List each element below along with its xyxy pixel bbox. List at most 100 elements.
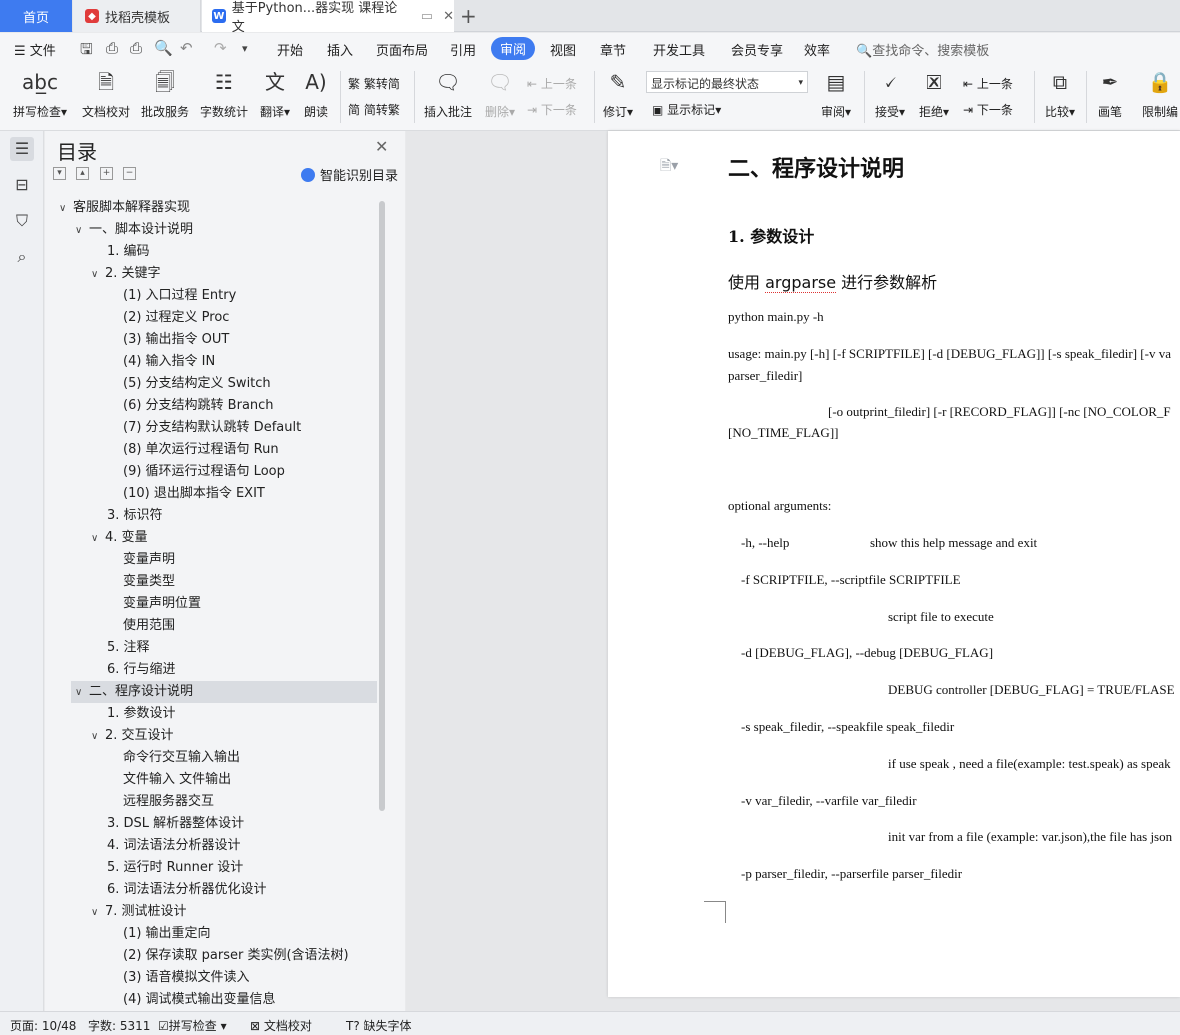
trad-to-simp-button[interactable]: 繁 繁转简 [348, 75, 400, 92]
reject-button[interactable]: 🗷 拒绝▾ [914, 67, 954, 120]
toc-item[interactable]: 变量类型 [45, 571, 375, 593]
word-count-button[interactable]: ☷ 字数统计 [197, 67, 251, 120]
undo-icon[interactable]: ↶ [180, 39, 193, 57]
more-quick-icon[interactable]: ▾ [242, 42, 248, 55]
toc-item[interactable]: ∨ 一、脚本设计说明 [45, 219, 375, 241]
chevron-down-icon[interactable]: ∨ [91, 264, 105, 286]
chevron-down-icon[interactable]: ∨ [59, 198, 73, 220]
menu-chapter[interactable]: 章节 [600, 40, 626, 59]
collapse-all-icon[interactable]: ▾ [53, 167, 66, 180]
toc-item[interactable]: 5. 注释 [45, 637, 375, 659]
toc-item[interactable]: 1. 参数设计 [45, 703, 375, 725]
toc-item[interactable]: (1) 入口过程 Entry [45, 285, 375, 307]
tab-templates[interactable]: ◆ 找稻壳模板 [73, 0, 201, 32]
chevron-down-icon[interactable]: ∨ [91, 528, 105, 550]
word-count[interactable]: 字数: 5311 [88, 1017, 150, 1034]
toc-item[interactable]: ∨ 客服脚本解释器实现 [45, 197, 375, 219]
toc-item[interactable]: (3) 语音模拟文件读入 [45, 967, 375, 989]
toc-item[interactable]: 变量声明位置 [45, 593, 375, 615]
chevron-down-icon[interactable]: ∨ [75, 220, 89, 242]
file-menu[interactable]: ☰ 文件 [14, 40, 56, 59]
toc-item[interactable]: (2) 保存读取 parser 类实例(含语法树) [45, 945, 375, 967]
insert-comment-button[interactable]: 🗨 插入批注 [420, 67, 476, 120]
page-indicator[interactable]: 页面: 10/48 [10, 1017, 76, 1034]
translate-button[interactable]: 文翻译▾ [255, 67, 295, 120]
toc-item[interactable]: 3. DSL 解析器整体设计 [45, 813, 375, 835]
toc-item[interactable]: (4) 输入指令 IN [45, 351, 375, 373]
menu-devtools[interactable]: 开发工具 [653, 40, 705, 59]
menu-member[interactable]: 会员专享 [731, 40, 783, 59]
toc-item[interactable]: (6) 分支结构跳转 Branch [45, 395, 375, 417]
toc-item[interactable]: (7) 分支结构默认跳转 Default [45, 417, 375, 439]
toc-item[interactable]: 使用范围 [45, 615, 375, 637]
toc-icon[interactable]: ☰ [10, 137, 34, 161]
toc-item[interactable]: 1. 编码 [45, 241, 375, 263]
compare-button[interactable]: ⧉ 比较▾ [1040, 67, 1080, 120]
prev-change-button[interactable]: ⇤ 上一条 [963, 75, 1013, 92]
read-aloud-button[interactable]: A) 朗读 [298, 67, 334, 120]
toc-item[interactable]: (2) 过程定义 Proc [45, 307, 375, 329]
close-icon[interactable]: ✕ [375, 137, 388, 156]
bookmark-icon[interactable]: ⛉ [10, 209, 34, 233]
menu-insert[interactable]: 插入 [327, 40, 353, 59]
toc-item[interactable]: (5) 分支结构定义 Switch [45, 373, 375, 395]
toc-item[interactable]: 6. 行与缩进 [45, 659, 375, 681]
markup-state-select[interactable]: 显示标记的最终状态 ▾ [646, 71, 808, 93]
page-menu-icon[interactable]: 🗎▾ [660, 155, 678, 179]
toc-item[interactable]: 4. 词法语法分析器设计 [45, 835, 375, 857]
review-pane-button[interactable]: ▤ 审阅▾ [816, 67, 856, 120]
spellcheck-button[interactable]: ab̲c 拼写检查▾ [10, 67, 70, 120]
toc-item[interactable]: (4) 调试模式输出变量信息 [45, 989, 375, 1011]
tab-close-icon[interactable]: ✕ [443, 9, 454, 24]
chevron-down-icon[interactable]: ∨ [91, 726, 105, 748]
menu-layout[interactable]: 页面布局 [376, 40, 428, 59]
next-change-button[interactable]: ⇥ 下一条 [963, 101, 1013, 118]
review-service-button[interactable]: 🗐 批改服务 [138, 67, 192, 120]
preview-icon[interactable]: 🔍 [154, 39, 173, 57]
toc-item[interactable]: (9) 循环运行过程语句 Loop [45, 461, 375, 483]
chevron-down-icon[interactable]: ∨ [75, 682, 89, 704]
print-icon[interactable]: ⎙ [130, 39, 142, 57]
toc-item[interactable]: (3) 输出指令 OUT [45, 329, 375, 351]
outline-icon[interactable]: ⊟ [10, 173, 34, 197]
toc-item[interactable]: 3. 标识符 [45, 505, 375, 527]
chevron-down-icon[interactable]: ∨ [91, 902, 105, 924]
menu-efficiency[interactable]: 效率 [804, 40, 830, 59]
toc-item[interactable]: ∨ 二、程序设计说明 [71, 681, 377, 703]
toc-item[interactable]: ∨ 2. 交互设计 [45, 725, 375, 747]
next-comment-button[interactable]: ⇥ 下一条 [527, 101, 577, 118]
restrict-edit-button[interactable]: 🔒 限制编 [1140, 67, 1180, 120]
expand-up-icon[interactable]: ▴ [76, 167, 89, 180]
simp-to-trad-button[interactable]: 简 简转繁 [348, 101, 400, 118]
command-search[interactable]: 🔍查找命令、搜索模板 [856, 40, 989, 59]
tab-home[interactable]: 首页 [0, 0, 72, 32]
status-doccheck[interactable]: ⊠ 文档校对 [250, 1017, 312, 1034]
show-markup-button[interactable]: ▣ 显示标记▾ [652, 101, 721, 118]
toc-item[interactable]: 变量声明 [45, 549, 375, 571]
new-tab-icon[interactable]: + [460, 4, 477, 28]
accept-button[interactable]: 🗸 接受▾ [870, 67, 910, 120]
tab-document[interactable]: W 基于Python...器实现 课程论文 ▭ ✕ [202, 0, 454, 35]
toc-item[interactable]: 6. 词法语法分析器优化设计 [45, 879, 375, 901]
prev-comment-button[interactable]: ⇤ 上一条 [527, 75, 577, 92]
menu-view[interactable]: 视图 [550, 40, 576, 59]
redo-icon[interactable]: ↷ [214, 39, 227, 57]
toc-item[interactable]: 命令行交互输入输出 [45, 747, 375, 769]
track-changes-button[interactable]: ✎ 修订▾ [600, 67, 636, 120]
toc-item[interactable]: ∨ 4. 变量 [45, 527, 375, 549]
expand-icon[interactable]: + [100, 167, 113, 180]
toc-item[interactable]: 文件输入 文件输出 [45, 769, 375, 791]
search-icon[interactable]: ⌕ [10, 245, 34, 269]
document-page[interactable]: 🗎▾ 二、程序设计说明 1. 参数设计 使用 argparse 进行参数解析 p… [608, 131, 1180, 997]
toc-item[interactable]: 远程服务器交互 [45, 791, 375, 813]
toc-item[interactable]: ∨ 7. 测试桩设计 [45, 901, 375, 923]
save-icon[interactable]: 🖫 [80, 39, 93, 64]
export-icon[interactable]: ⎙ [106, 39, 118, 57]
toc-item[interactable]: (1) 输出重定向 [45, 923, 375, 945]
menu-review[interactable]: 审阅 [491, 37, 536, 60]
delete-comment-button[interactable]: 🗨 删除▾ [480, 67, 520, 120]
doc-check-button[interactable]: 🗎 文档校对 [78, 67, 134, 120]
tab-pin-icon[interactable]: ▭ [421, 9, 433, 24]
toc-item[interactable]: (8) 单次运行过程语句 Run [45, 439, 375, 461]
missing-font[interactable]: T? 缺失字体 [346, 1017, 412, 1034]
